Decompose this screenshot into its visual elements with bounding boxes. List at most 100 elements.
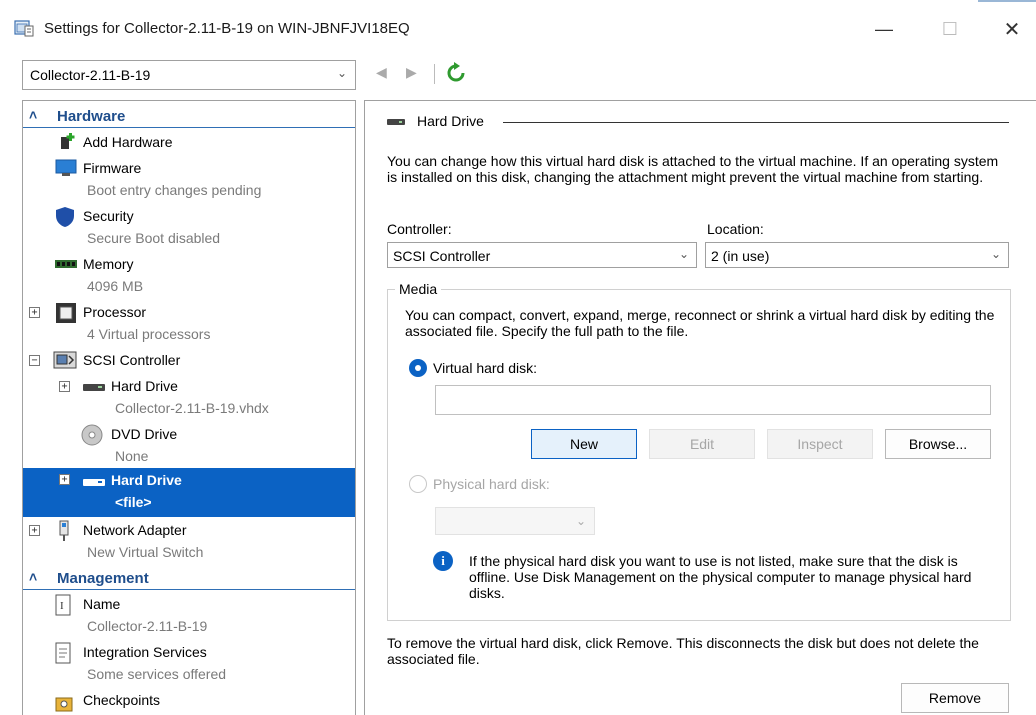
tree-item-sublabel: Collector-2.11-B-19.vhdx: [115, 400, 269, 416]
tree-item-integration-services[interactable]: Integration Services Some services offer…: [23, 641, 355, 687]
inspect-button[interactable]: Inspect: [767, 429, 873, 459]
management-header-label: Management: [57, 570, 149, 587]
group-title-rule: [503, 122, 1009, 123]
tree-item-sublabel: Boot entry changes pending: [87, 182, 262, 198]
tree-item-hard-drive-1[interactable]: + Hard Drive Collector-2.11-B-19.vhdx: [23, 375, 355, 421]
tree-item-sublabel: 4 Virtual processors: [87, 326, 211, 342]
dvd-disc-icon: [81, 424, 103, 446]
tree-item-label: Network Adapter: [83, 522, 187, 538]
checkpoints-icon: [55, 697, 73, 712]
settings-app-icon: [14, 20, 34, 37]
tree-item-sublabel: 4096 MB: [87, 278, 144, 294]
tree-item-label: Memory: [83, 256, 134, 272]
tree-item-hard-drive-2-selected[interactable]: + Hard Drive <file>: [23, 468, 355, 517]
hard-drive-icon: [83, 479, 105, 486]
chevron-down-icon: ⌄: [575, 514, 586, 528]
location-dropdown[interactable]: 2 (in use) ⌄: [705, 242, 1009, 268]
monitor-icon: [55, 159, 77, 176]
toolbar-separator: [434, 64, 435, 84]
expand-icon[interactable]: +: [29, 525, 40, 536]
scsi-controller-icon: [53, 351, 77, 369]
hard-drive-settings-panel: Hard Drive You can change how this virtu…: [364, 100, 1036, 715]
tree-item-name[interactable]: I Name Collector-2.11-B-19: [23, 593, 355, 639]
tree-item-add-hardware[interactable]: Add Hardware: [23, 131, 355, 155]
remove-description: To remove the virtual hard disk, click R…: [387, 635, 979, 667]
hardware-section-header[interactable]: ˄ Hardware: [23, 104, 355, 128]
maximize-button[interactable]: ☐: [928, 14, 972, 44]
new-button[interactable]: New: [531, 429, 637, 459]
location-label: Location:: [707, 221, 764, 237]
tree-item-label: Security: [83, 208, 134, 224]
shield-icon: [56, 207, 74, 227]
tree-item-network-adapter[interactable]: + Network Adapter New Virtual Switch: [23, 519, 355, 565]
svg-text:I: I: [60, 600, 64, 612]
edit-button[interactable]: Edit: [649, 429, 755, 459]
controller-label: Controller:: [387, 221, 452, 237]
minimize-button[interactable]: —: [862, 14, 906, 44]
processor-icon: [56, 303, 76, 323]
hard-drive-group-title: Hard Drive: [387, 113, 484, 129]
hardware-header-label: Hardware: [57, 108, 126, 125]
tree-item-label: Add Hardware: [83, 134, 173, 150]
physical-hard-disk-dropdown[interactable]: ⌄: [435, 507, 595, 535]
tree-item-label: DVD Drive: [111, 426, 178, 442]
tree-item-firmware[interactable]: Firmware Boot entry changes pending: [23, 157, 355, 203]
virtual-hard-disk-label: Virtual hard disk:: [433, 360, 538, 376]
tree-item-sublabel: Some services offered: [87, 666, 227, 682]
chevron-down-icon: ⌄: [678, 247, 689, 261]
remove-button[interactable]: Remove: [901, 683, 1009, 713]
chevron-down-icon: ⌄: [990, 247, 1001, 261]
tree-item-label: Hard Drive: [111, 378, 178, 394]
close-button[interactable]: ✕: [990, 14, 1034, 44]
collapse-icon[interactable]: −: [29, 355, 40, 366]
virtual-hard-disk-path-input[interactable]: [435, 385, 991, 415]
expand-icon[interactable]: +: [59, 381, 70, 392]
hard-drive-icon: [387, 119, 405, 125]
tree-item-sublabel: <file>: [115, 494, 152, 510]
window-accent-line: [978, 0, 1036, 2]
attachment-description: You can change how this virtual hard dis…: [387, 153, 999, 185]
integration-services-icon: [55, 642, 71, 664]
tree-item-sublabel: New Virtual Switch: [87, 544, 204, 560]
media-description: You can compact, convert, expand, merge,…: [405, 307, 995, 339]
vm-selector-dropdown[interactable]: Collector-2.11-B-19 ⌄: [22, 60, 356, 90]
tree-item-label: Hard Drive: [111, 472, 182, 488]
expand-icon[interactable]: +: [29, 307, 40, 318]
physical-hard-disk-label: Physical hard disk:: [433, 476, 550, 492]
tree-item-memory[interactable]: Memory 4096 MB: [23, 253, 355, 299]
physical-hard-disk-radio[interactable]: [409, 475, 427, 493]
memory-icon: [55, 260, 77, 268]
window-title: Settings for Collector-2.11-B-19 on WIN-…: [44, 20, 410, 37]
tree-item-label: Processor: [83, 304, 147, 320]
settings-tree: ˄ Hardware Add Hardware Firmware Boot en…: [22, 100, 356, 715]
tree-item-label: Checkpoints: [83, 692, 161, 708]
tree-item-processor[interactable]: + Processor 4 Virtual processors: [23, 301, 355, 347]
chevron-down-icon: ⌄: [336, 66, 347, 80]
vm-selector-value: Collector-2.11-B-19: [30, 67, 151, 83]
collapse-icon: ˄: [29, 107, 38, 123]
management-section-header[interactable]: ˄ Management: [23, 566, 355, 590]
refresh-icon[interactable]: [446, 62, 466, 84]
tree-item-label: Name: [83, 596, 121, 612]
physical-disk-info-text: If the physical hard disk you want to us…: [469, 553, 972, 601]
group-title-label: Hard Drive: [417, 113, 484, 129]
tree-item-checkpoints[interactable]: Checkpoints: [23, 689, 355, 715]
forward-arrow-icon[interactable]: ▶: [406, 64, 417, 81]
panel-splitter[interactable]: [356, 96, 364, 715]
back-arrow-icon[interactable]: ◀: [376, 64, 387, 81]
controller-dropdown-value: SCSI Controller: [393, 248, 491, 264]
expand-icon[interactable]: +: [59, 474, 70, 485]
controller-dropdown[interactable]: SCSI Controller ⌄: [387, 242, 697, 268]
add-hardware-icon: [61, 133, 75, 149]
virtual-hard-disk-radio[interactable]: [409, 359, 427, 377]
browse-button[interactable]: Browse...: [885, 429, 991, 459]
hard-drive-icon: [83, 384, 105, 391]
media-group-title: Media: [395, 281, 442, 297]
title-bar: Settings for Collector-2.11-B-19 on WIN-…: [0, 0, 1036, 56]
tree-item-security[interactable]: Security Secure Boot disabled: [23, 205, 355, 251]
tree-item-dvd-drive[interactable]: DVD Drive None: [23, 423, 355, 469]
collapse-icon: ˄: [29, 569, 38, 585]
tree-item-scsi-controller[interactable]: − SCSI Controller: [23, 349, 355, 373]
info-icon: i: [433, 551, 453, 571]
name-icon: I: [55, 594, 71, 616]
